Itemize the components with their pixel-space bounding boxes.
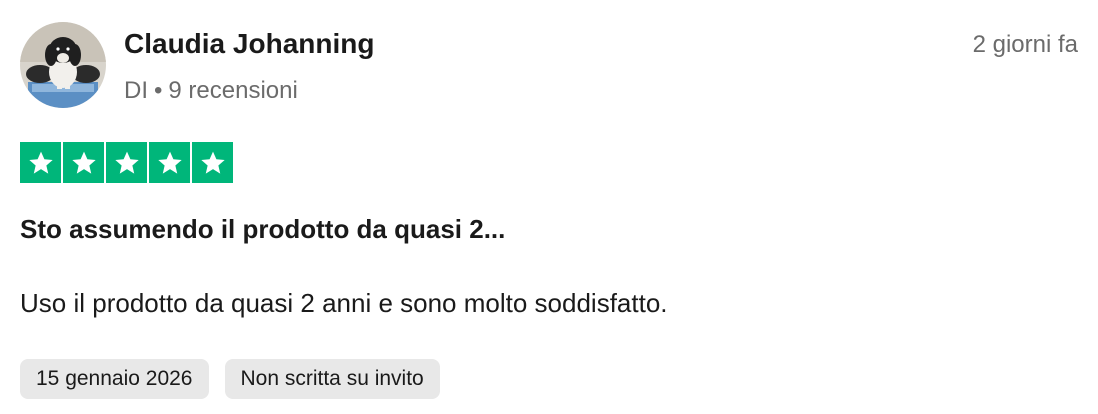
reviewer-text: Claudia Johanning DI • 9 recensioni — [124, 22, 374, 106]
review-tags: 15 gennaio 2026 Non scritta su invito — [20, 359, 1078, 399]
review-title[interactable]: Sto assumendo il prodotto da quasi 2... — [20, 211, 1078, 247]
reviewer-reviews-count: 9 recensioni — [168, 77, 298, 104]
review-date-tag: 15 gennaio 2026 — [20, 359, 209, 399]
review-posted-ago: 2 giorni fa — [972, 31, 1078, 58]
star-icon — [71, 151, 96, 174]
review-card: Claudia Johanning DI • 9 recensioni 2 gior… — [0, 0, 1098, 414]
reviewer-info: Claudia Johanning DI • 9 recensioni — [20, 22, 374, 108]
star-3 — [106, 142, 147, 183]
star-1 — [20, 142, 61, 183]
star-5 — [192, 142, 233, 183]
review-body: Uso il prodotto da quasi 2 anni e sono m… — [20, 288, 668, 318]
star-icon — [157, 151, 182, 174]
reviewer-meta: DI • 9 recensioni — [124, 76, 374, 106]
star-icon — [114, 151, 139, 174]
star-rating — [20, 142, 1078, 183]
dog-avatar-icon — [20, 22, 106, 108]
invitation-status-tag[interactable]: Non scritta su invito — [224, 359, 440, 399]
avatar[interactable] — [20, 22, 106, 108]
star-2 — [63, 142, 104, 183]
meta-separator: • — [154, 77, 163, 104]
reviewer-country: DI — [124, 77, 148, 104]
star-4 — [149, 142, 190, 183]
reviewer-name[interactable]: Claudia Johanning — [124, 26, 374, 62]
review-header: Claudia Johanning DI • 9 recensioni 2 gior… — [20, 22, 1078, 108]
star-icon — [28, 151, 53, 174]
star-icon — [200, 151, 225, 174]
